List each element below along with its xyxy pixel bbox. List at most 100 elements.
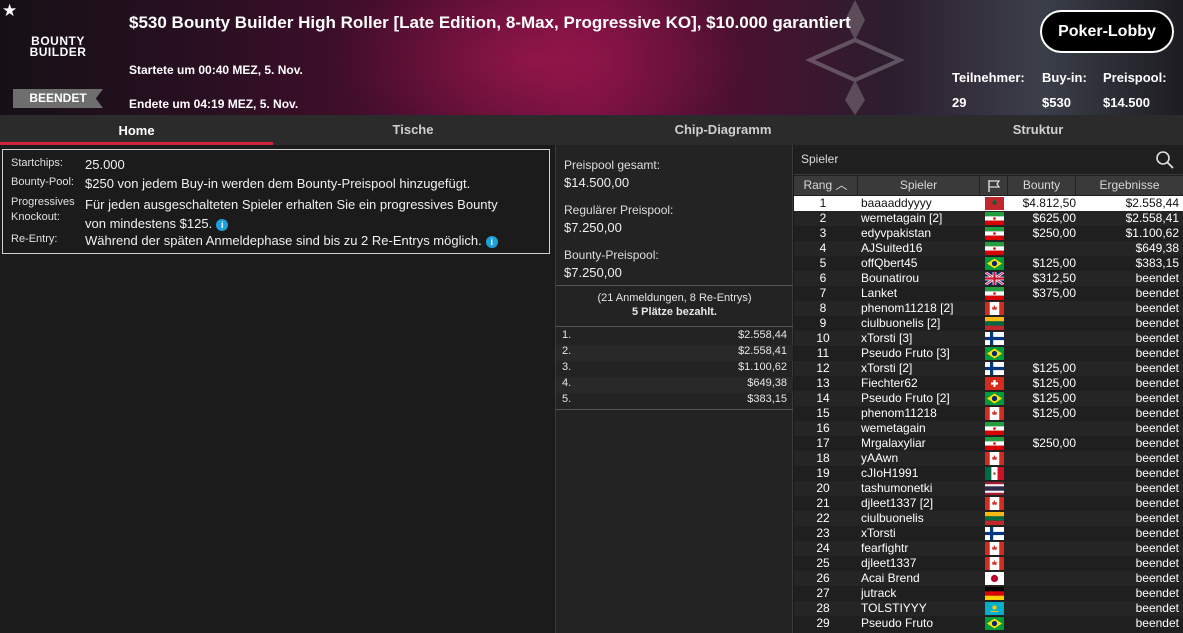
player-name: ciulbuonelis [2]: [861, 316, 941, 330]
player-result: beendet: [1135, 346, 1179, 360]
player-row[interactable]: 18 yAAwn beendet: [794, 451, 1183, 466]
start-time: Startete um 00:40 MEZ, 5. Nov.: [129, 63, 303, 77]
player-row[interactable]: 12 xTorsti [2] $125,00 beendet: [794, 361, 1183, 376]
player-row[interactable]: 16 wemetagain beendet: [794, 421, 1183, 436]
player-result: $2.558,41: [1125, 211, 1179, 225]
player-row[interactable]: 4 AJSuited16 $649,38: [794, 241, 1183, 256]
player-row[interactable]: 1 baaaaddyyyy $4.812,50 $2.558,44: [794, 196, 1183, 211]
player-rank: 1: [819, 196, 827, 210]
player-name: Acai Brend: [861, 571, 920, 585]
poker-lobby-button[interactable]: Poker-Lobby: [1040, 10, 1174, 53]
player-rank: 15: [816, 406, 830, 420]
info-icon[interactable]: i: [485, 235, 498, 248]
player-result: beendet: [1135, 331, 1179, 345]
canada-flag-icon: [985, 407, 1004, 420]
player-rank: 23: [816, 526, 830, 540]
tab-tables[interactable]: Tische: [273, 115, 553, 145]
player-name: phenom11218: [861, 406, 937, 420]
lithuania-flag-icon: [985, 317, 1004, 330]
player-row[interactable]: 8 phenom11218 [2] beendet: [794, 301, 1183, 316]
tab-chip-chart[interactable]: Chip-Diagramm: [553, 115, 893, 145]
end-time: Endete um 04:19 MEZ, 5. Nov.: [129, 97, 299, 111]
tab-structure[interactable]: Struktur: [893, 115, 1183, 145]
player-row[interactable]: 13 Fiechter62 $125,00 beendet: [794, 376, 1183, 391]
player-search[interactable]: Spieler: [794, 145, 1183, 175]
info-bountypool: Bounty-Pool: $250 von jedem Buy-in werde…: [11, 176, 471, 191]
player-rank: 4: [819, 241, 827, 255]
player-row[interactable]: 19 cJIoH1991 beendet: [794, 466, 1183, 481]
stat-participants: Teilnehmer: 29: [952, 70, 1025, 110]
player-row[interactable]: 23 xTorsti beendet: [794, 526, 1183, 541]
player-row[interactable]: 17 Mrgalaxyliar $250,00 beendet: [794, 436, 1183, 451]
player-rank: 14: [816, 391, 830, 405]
tab-home[interactable]: Home: [0, 115, 273, 145]
player-row[interactable]: 14 Pseudo Fruto [2] $125,00 beendet: [794, 391, 1183, 406]
payout-row: 3. $1.100,62: [562, 361, 787, 373]
payout-row: 1. $2.558,44: [562, 329, 787, 341]
player-rank: 9: [819, 316, 827, 330]
column-player-header[interactable]: Spieler: [858, 176, 980, 195]
bounty-prizepool-label: Bounty-Preispool:: [564, 248, 659, 262]
player-rank: 5: [819, 256, 827, 270]
player-row[interactable]: 24 fearfightr beendet: [794, 541, 1183, 556]
tournament-title: $530 Bounty Builder High Roller [Late Ed…: [129, 13, 851, 32]
total-prizepool-label: Preispool gesamt:: [564, 158, 661, 172]
favorite-star-icon[interactable]: ★: [2, 2, 17, 19]
player-name: Pseudo Fruto [3]: [861, 346, 950, 360]
registration-summary: (21 Anmeldungen, 8 Re-Entrys) 5 Plätze b…: [556, 285, 793, 327]
player-rank: 12: [816, 361, 830, 375]
player-row[interactable]: 22 ciulbuonelis beendet: [794, 511, 1183, 526]
player-name: AJSuited16: [861, 241, 923, 255]
player-row[interactable]: 20 tashumonetki beendet: [794, 481, 1183, 496]
thailand-flag-icon: [985, 482, 1004, 495]
brazil-flag-icon: [985, 617, 1004, 630]
player-result: beendet: [1135, 556, 1179, 570]
canada-flag-icon: [985, 452, 1004, 465]
info-icon[interactable]: i: [216, 218, 229, 231]
player-bounty: $125,00: [1032, 256, 1076, 270]
player-row[interactable]: 3 edyvpakistan $250,00 $1.100,62: [794, 226, 1183, 241]
player-name: ciulbuonelis: [861, 511, 924, 525]
player-row[interactable]: 28 TOLSTIYYY beendet: [794, 601, 1183, 616]
search-icon[interactable]: [1155, 150, 1175, 170]
player-row[interactable]: 26 Acai Brend beendet: [794, 571, 1183, 586]
player-row[interactable]: 2 wemetagain [2] $625,00 $2.558,41: [794, 211, 1183, 226]
column-bounty-header[interactable]: Bounty: [1008, 176, 1076, 195]
player-rank: 6: [819, 271, 827, 285]
info-reentry: Re-Entry: Während der späten Anmeldephas…: [11, 233, 498, 248]
column-flag-header[interactable]: [980, 176, 1008, 195]
player-rank: 29: [816, 616, 830, 630]
player-row[interactable]: 7 Lanket $375,00 beendet: [794, 286, 1183, 301]
payout-row: 2. $2.558,41: [556, 345, 793, 361]
player-result: beendet: [1135, 496, 1179, 510]
search-input[interactable]: Spieler: [801, 152, 838, 166]
player-row[interactable]: 29 Pseudo Fruto beendet: [794, 616, 1183, 631]
player-bounty: $250,00: [1032, 226, 1076, 240]
player-row[interactable]: 25 djleet1337 beendet: [794, 556, 1183, 571]
player-row[interactable]: 5 offQbert45 $125,00 $383,15: [794, 256, 1183, 271]
player-name: cJIoH1991: [861, 466, 919, 480]
player-row[interactable]: 27 jutrack beendet: [794, 586, 1183, 601]
player-name: offQbert45: [861, 256, 918, 270]
kazakhstan-flag-icon: [985, 602, 1004, 615]
player-name: wemetagain [2]: [861, 211, 943, 225]
player-row[interactable]: 11 Pseudo Fruto [3] beendet: [794, 346, 1183, 361]
column-result-header[interactable]: Ergebnisse: [1076, 176, 1183, 195]
player-row[interactable]: 6 Bounatirou $312,50 beendet: [794, 271, 1183, 286]
player-name: xTorsti [3]: [861, 331, 913, 345]
player-result: beendet: [1135, 376, 1179, 390]
column-rank-header[interactable]: Rang ︿: [794, 176, 858, 195]
player-rank: 13: [816, 376, 830, 390]
player-result: beendet: [1135, 511, 1179, 525]
player-result: beendet: [1135, 571, 1179, 585]
player-result: $383,15: [1135, 256, 1179, 270]
player-row[interactable]: 9 ciulbuonelis [2] beendet: [794, 316, 1183, 331]
info-progressive-knockout: Progressives Knockout: Für jeden ausgesch…: [11, 196, 498, 231]
payout-row: 4. $649,38: [556, 377, 793, 393]
player-row[interactable]: 15 phenom11218 $125,00 beendet: [794, 406, 1183, 421]
player-row[interactable]: 10 xTorsti [3] beendet: [794, 331, 1183, 346]
player-row[interactable]: 21 djleet1337 [2] beendet: [794, 496, 1183, 511]
iran-flag-icon: [985, 242, 1004, 255]
player-name: Lanket: [861, 286, 898, 300]
morocco-flag-icon: [985, 197, 1004, 210]
